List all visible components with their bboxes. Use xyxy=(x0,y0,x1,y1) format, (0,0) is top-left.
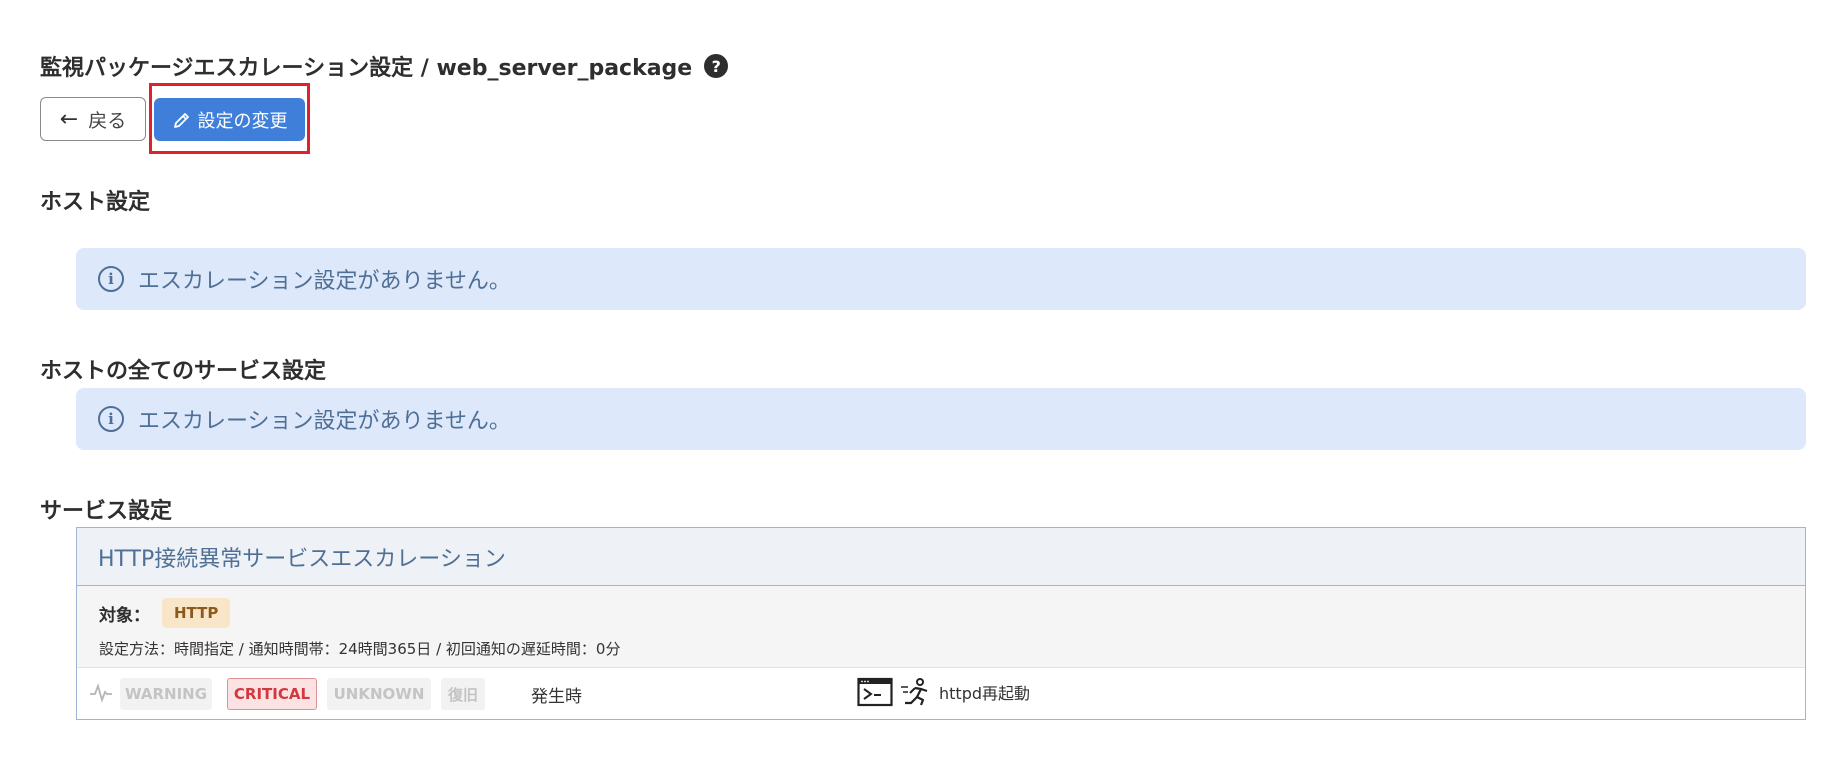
info-icon: i xyxy=(98,406,124,432)
state-warning: WARNING xyxy=(120,678,212,710)
host-settings-message: エスカレーション設定がありません。 xyxy=(138,269,511,294)
help-icon[interactable]: ? xyxy=(704,54,729,78)
back-button[interactable]: ← 戻る xyxy=(40,97,146,141)
escalation-card: HTTP接続異常サービスエスカレーション 対象： HTTP 設定方法：時間指定 … xyxy=(76,527,1806,720)
arrow-left-icon: ← xyxy=(59,106,79,132)
host-settings-title: ホスト設定 xyxy=(40,190,151,215)
pencil-icon xyxy=(173,112,189,128)
services-title: サービス設定 xyxy=(40,499,173,524)
escalation-card-body: 対象： HTTP 設定方法：時間指定 / 通知時間帯：24時間365日 / 初回… xyxy=(77,586,1805,667)
run-icon xyxy=(901,678,928,706)
pulse-icon xyxy=(89,683,113,708)
page-title-text: 監視パッケージエスカレーション設定 / web_server_package xyxy=(40,56,693,81)
escalation-card-title: HTTP接続異常サービスエスカレーション xyxy=(77,528,1805,586)
target-row: 対象： HTTP xyxy=(99,598,231,628)
all-services-message: エスカレーション設定がありません。 xyxy=(138,409,511,434)
terminal-icon xyxy=(857,677,893,707)
target-label: 対象： xyxy=(99,605,150,626)
action-label: httpd再起動 xyxy=(939,684,1031,703)
state-unknown: UNKNOWN xyxy=(327,678,431,710)
state-critical: CRITICAL xyxy=(227,678,317,710)
back-button-label: 戻る xyxy=(88,109,127,132)
timing-text: 発生時 xyxy=(531,687,582,707)
host-settings-alert: i エスカレーション設定がありません。 xyxy=(76,248,1806,310)
target-badge: HTTP xyxy=(162,598,231,628)
all-services-title: ホストの全てのサービス設定 xyxy=(40,359,327,384)
page-title: 監視パッケージエスカレーション設定 / web_server_package ? xyxy=(40,50,729,82)
edit-button-label: 設定の変更 xyxy=(197,110,288,132)
all-services-alert: i エスカレーション設定がありません。 xyxy=(76,388,1806,450)
state-recovery: 復旧 xyxy=(441,678,485,710)
action-item: httpd再起動 xyxy=(857,677,1030,707)
escalation-row: WARNING CRITICAL UNKNOWN 復旧 発生時 httpd再起動 xyxy=(77,667,1805,719)
method-line: 設定方法：時間指定 / 通知時間帯：24時間365日 / 初回通知の遅延時間：0… xyxy=(99,640,621,658)
info-icon: i xyxy=(98,266,124,292)
edit-settings-button[interactable]: 設定の変更 xyxy=(154,98,305,141)
